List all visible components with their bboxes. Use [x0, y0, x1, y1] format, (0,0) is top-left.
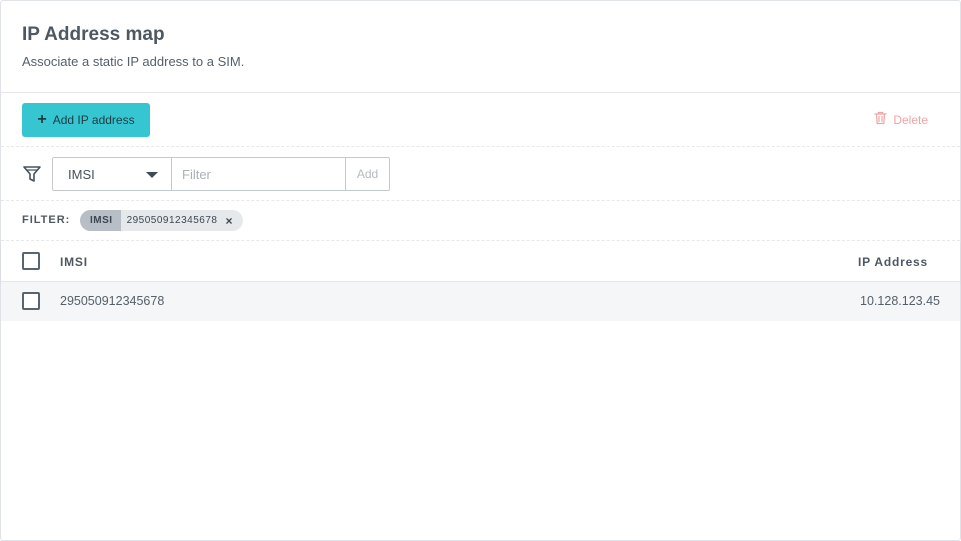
trash-icon [874, 111, 887, 128]
filter-field-select[interactable]: IMSI [52, 157, 172, 191]
filter-row: IMSI Add [1, 147, 960, 201]
filter-input[interactable] [171, 157, 346, 191]
column-header-imsi[interactable]: IMSI [60, 255, 88, 269]
add-ip-address-label: Add IP address [52, 113, 135, 127]
close-icon[interactable]: × [226, 214, 243, 228]
select-all-checkbox[interactable] [22, 252, 40, 270]
row-checkbox[interactable] [22, 292, 40, 310]
active-filter-bar: FILTER: IMSI 295050912345678 × [1, 201, 960, 241]
toolbar: + Add IP address Delete [1, 93, 960, 147]
table-header: IMSI IP Address [1, 241, 960, 282]
table-row[interactable]: 295050912345678 10.128.123.45 [1, 282, 960, 321]
filter-chip-key: IMSI [80, 210, 121, 231]
row-imsi: 295050912345678 [60, 294, 165, 308]
active-filter-label: FILTER: [22, 214, 71, 226]
caret-down-icon [146, 172, 158, 178]
filter-chip-value: 295050912345678 [126, 215, 218, 226]
add-ip-address-button[interactable]: + Add IP address [22, 103, 150, 137]
ip-address-map-card: IP Address map Associate a static IP add… [0, 0, 961, 541]
page-title: IP Address map [22, 24, 165, 45]
card-header: IP Address map Associate a static IP add… [1, 1, 960, 93]
column-header-ip-address[interactable]: IP Address [858, 255, 928, 269]
plus-icon: + [37, 111, 47, 128]
row-ip-address: 10.128.123.45 [860, 294, 940, 308]
page-subtitle: Associate a static IP address to a SIM. [22, 54, 245, 69]
delete-button[interactable]: Delete [874, 111, 928, 128]
filter-chip: IMSI 295050912345678 × [80, 210, 243, 231]
funnel-icon [22, 164, 42, 184]
filter-field-value: IMSI [68, 166, 95, 182]
filter-add-button[interactable]: Add [345, 157, 390, 191]
delete-label: Delete [893, 112, 928, 127]
